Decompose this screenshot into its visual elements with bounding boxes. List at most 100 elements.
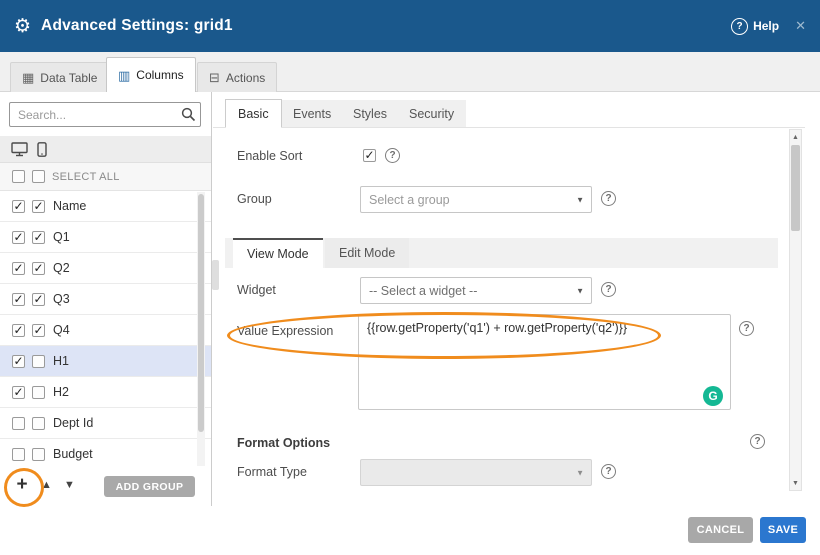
column-row[interactable]: Dept Id	[0, 408, 211, 439]
gear-icon: ⚙	[14, 17, 31, 36]
column-label: Name	[52, 199, 86, 213]
mobile-checkbox[interactable]	[32, 355, 45, 368]
scroll-down-icon[interactable]: ▼	[790, 477, 801, 489]
save-button[interactable]: SAVE	[760, 517, 806, 543]
help-icon[interactable]: ?	[601, 282, 616, 297]
desktop-checkbox[interactable]	[12, 355, 25, 368]
content-scrollbar-thumb[interactable]	[791, 145, 800, 231]
desktop-checkbox[interactable]	[12, 262, 25, 275]
desktop-checkbox[interactable]	[12, 324, 25, 337]
mobile-checkbox[interactable]	[32, 448, 45, 461]
tab-columns[interactable]: ▥ Columns	[106, 57, 196, 92]
columns-sidebar: SELECT ALL Name Q1 Q2 Q3 Q4 H1 H2 Dept Id Budget…	[0, 92, 212, 506]
format-type-label: Format Type	[237, 465, 307, 479]
group-select[interactable]: Select a group ▼	[360, 186, 592, 213]
desktop-icon[interactable]	[11, 142, 28, 157]
mobile-icon[interactable]	[37, 142, 47, 157]
mobile-checkbox[interactable]	[32, 386, 45, 399]
format-type-select[interactable]: ▼	[360, 459, 592, 486]
column-label: H2	[52, 385, 69, 399]
help-circle-icon: ?	[731, 18, 748, 35]
device-visibility-header	[0, 136, 211, 163]
add-group-button[interactable]: ADD GROUP	[104, 476, 195, 497]
actions-icon: ⊟	[209, 71, 220, 84]
tab-actions[interactable]: ⊟ Actions	[197, 62, 277, 92]
value-expression-label: Value Expression	[237, 324, 333, 338]
tab-styles[interactable]: Styles	[341, 100, 399, 127]
tab-events[interactable]: Events	[281, 100, 343, 127]
sidebar-scrollbar[interactable]	[197, 192, 205, 466]
help-icon[interactable]: ?	[601, 464, 616, 479]
help-label: Help	[753, 19, 779, 33]
mobile-checkbox[interactable]	[32, 231, 45, 244]
dialog-titlebar: ⚙ Advanced Settings: grid1 ? Help ✕	[0, 0, 820, 52]
dialog-title: Advanced Settings: grid1	[41, 17, 233, 35]
column-label: Q1	[52, 230, 70, 244]
tab-edit-mode[interactable]: Edit Mode	[325, 238, 409, 268]
desktop-checkbox[interactable]	[12, 386, 25, 399]
select-all-label: SELECT ALL	[52, 171, 120, 183]
mobile-checkbox[interactable]	[32, 200, 45, 213]
content-scrollbar[interactable]: ▲ ▼	[789, 129, 802, 491]
panel-splitter[interactable]	[212, 260, 219, 290]
tab-label: Data Table	[40, 71, 97, 85]
add-column-button[interactable]: +	[11, 473, 33, 497]
columns-icon: ▥	[118, 69, 130, 82]
column-row[interactable]: Q4	[0, 315, 211, 346]
help-icon[interactable]: ?	[385, 148, 400, 163]
mobile-checkbox[interactable]	[32, 293, 45, 306]
tab-view-mode[interactable]: View Mode	[233, 238, 323, 268]
top-tabstrip: ▦ Data Table ▥ Columns ⊟ Actions	[0, 52, 820, 92]
grammarly-icon[interactable]: G	[703, 386, 723, 406]
column-row[interactable]: Q2	[0, 253, 211, 284]
tab-label: Actions	[226, 71, 265, 85]
desktop-checkbox[interactable]	[12, 200, 25, 213]
mobile-checkbox[interactable]	[32, 262, 45, 275]
mobile-checkbox[interactable]	[32, 324, 45, 337]
tab-basic[interactable]: Basic	[225, 99, 282, 128]
tab-data-table[interactable]: ▦ Data Table	[10, 62, 109, 92]
tab-security[interactable]: Security	[397, 100, 466, 127]
sidebar-scrollbar-thumb[interactable]	[198, 194, 204, 432]
format-options-heading: Format Options	[237, 436, 330, 450]
mobile-checkbox[interactable]	[32, 417, 45, 430]
column-label: Dept Id	[52, 416, 93, 430]
select-all-desktop-checkbox[interactable]	[12, 170, 25, 183]
value-expression-input[interactable]: {{row.getProperty('q1') + row.getPropert…	[358, 314, 731, 410]
column-row[interactable]: Q3	[0, 284, 211, 315]
help-icon[interactable]: ?	[601, 191, 616, 206]
column-row[interactable]: H1	[0, 346, 211, 377]
tab-label: Columns	[136, 68, 183, 82]
search-input[interactable]	[9, 102, 201, 127]
content-tabs-underline	[213, 127, 805, 128]
move-up-button[interactable]: ▲	[41, 479, 52, 491]
column-label: Budget	[52, 447, 93, 461]
group-label: Group	[237, 192, 272, 206]
column-row[interactable]: Budget	[0, 439, 211, 467]
chevron-down-icon: ▼	[576, 286, 584, 295]
column-label: Q4	[52, 323, 70, 337]
select-all-mobile-checkbox[interactable]	[32, 170, 45, 183]
desktop-checkbox[interactable]	[12, 231, 25, 244]
help-button[interactable]: ? Help	[731, 18, 779, 35]
help-icon[interactable]: ?	[739, 321, 754, 336]
widget-select[interactable]: -- Select a widget -- ▼	[360, 277, 592, 304]
column-label: Q3	[52, 292, 70, 306]
move-down-button[interactable]: ▼	[64, 479, 75, 491]
column-label: H1	[52, 354, 69, 368]
desktop-checkbox[interactable]	[12, 293, 25, 306]
close-icon[interactable]: ✕	[795, 18, 806, 34]
column-row[interactable]: Name	[0, 191, 211, 222]
widget-select-value: -- Select a widget --	[369, 284, 477, 298]
scroll-up-icon[interactable]: ▲	[790, 131, 801, 143]
chevron-down-icon: ▼	[576, 195, 584, 204]
data-table-icon: ▦	[22, 71, 34, 84]
column-row[interactable]: Q1	[0, 222, 211, 253]
help-icon[interactable]: ?	[750, 434, 765, 449]
desktop-checkbox[interactable]	[12, 448, 25, 461]
desktop-checkbox[interactable]	[12, 417, 25, 430]
cancel-button[interactable]: CANCEL	[688, 517, 753, 543]
enable-sort-checkbox[interactable]	[363, 149, 376, 162]
column-row[interactable]: H2	[0, 377, 211, 408]
chevron-down-icon: ▼	[576, 468, 584, 477]
